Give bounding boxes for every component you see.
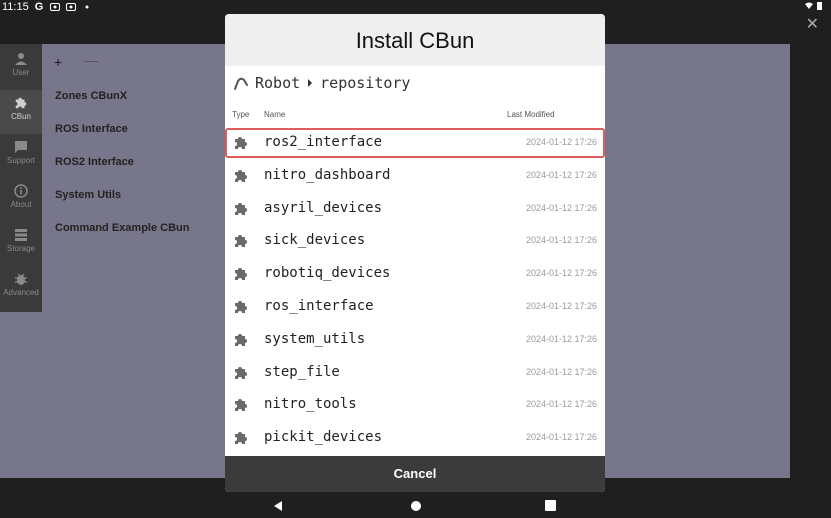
file-date: 2024-01-12 17:26 [525,432,597,443]
remove-button[interactable]: — [84,52,98,68]
puzzle-icon [235,301,247,313]
column-type[interactable]: Type [232,110,249,119]
android-nav-bar [0,496,831,518]
file-date: 2024-01-12 17:26 [525,137,597,147]
table-row[interactable]: sick_devices 2024-01-12 17:26 [225,226,605,256]
recents-icon[interactable] [545,500,556,511]
file-date: 2024-01-12 17:26 [525,235,597,246]
close-icon[interactable]: ✕ [806,14,819,34]
puzzle-icon [15,97,27,109]
app-notification-icon [66,2,76,12]
puzzle-icon [235,169,247,182]
storage-icon [15,229,27,241]
sidebar-item-label: Support [6,156,36,165]
table-row[interactable]: pickit_devices 2024-01-12 17:26 [225,423,605,453]
status-icons: G [34,0,92,14]
file-name: sick_devices [264,232,366,249]
status-bar: 11:15 G [0,0,831,14]
breadcrumb-current[interactable]: repository [320,74,410,92]
home-icon[interactable] [410,500,422,512]
file-name: nitro_dashboard [264,166,391,183]
puzzle-icon [235,202,247,215]
table-row[interactable]: ros2_interface 2024-01-12 17:26 [225,128,605,158]
file-date: 2024-01-12 17:26 [525,202,597,213]
table-header: Type Name Last Modified [225,102,605,128]
file-name: step_file [264,363,340,380]
puzzle-icon [235,268,247,281]
puzzle-icon [235,366,247,379]
sidebar-item-storage[interactable]: Storage [0,222,42,266]
puzzle-icon [235,235,247,248]
file-date: 2024-01-12 17:26 [525,301,597,311]
chevron-right-icon [308,79,313,87]
table-row[interactable]: nitro_tools 2024-01-12 17:26 [225,390,605,420]
puzzle-icon [235,432,247,445]
sidebar-item-support[interactable]: Support [0,134,42,178]
list-item[interactable]: Zones CBunX [55,90,127,102]
table-row[interactable]: ros_interface 2024-01-12 17:26 [225,292,605,322]
file-date: 2024-01-12 17:26 [525,399,597,410]
sidebar-item-label: CBun [10,112,31,121]
list-item[interactable]: ROS2 Interface [55,156,134,168]
status-time: 11:15 [2,1,29,13]
sidebar-item-label: Storage [6,244,36,253]
file-name: robotiq_devices [264,265,391,282]
google-icon: G [34,1,44,13]
wifi-battery-icons [805,1,825,14]
breadcrumb: Robot repository [233,72,410,94]
file-name: ros_interface [264,298,374,314]
chat-icon [15,141,27,153]
column-name[interactable]: Name [264,110,285,119]
file-date: 2024-01-12 17:26 [525,333,597,344]
sidebar-item-about[interactable]: About [0,178,42,222]
file-name: pickit_devices [264,429,383,446]
sidebar-item-label: User [12,68,30,77]
dot-icon [82,2,92,12]
column-last-modified[interactable]: Last Modified [507,110,555,119]
file-date: 2024-01-12 17:26 [525,169,597,180]
sidebar-item-user[interactable]: User [0,46,42,90]
sidebar-item-cbun[interactable]: CBun [0,90,42,134]
bug-icon [15,273,27,285]
app-notification-icon [50,2,60,12]
install-dialog: Install CBun Robot repository Type Name … [225,14,605,492]
table-row[interactable]: system_utils 2024-01-12 17:26 [225,325,605,355]
breadcrumb-root[interactable]: Robot [255,74,300,92]
table-row[interactable]: asyril_devices 2024-01-12 17:26 [225,194,605,224]
sidebar-item-label: About [10,200,32,209]
sidebar-item-advanced[interactable]: Advanced [0,266,42,310]
dialog-title: Install CBun [225,14,605,66]
list-item[interactable]: Command Example CBun [55,222,189,234]
user-icon [15,53,27,65]
table-row[interactable]: step_file 2024-01-12 17:26 [225,358,605,388]
file-name: nitro_tools [264,396,357,413]
info-icon [14,184,28,198]
cancel-button[interactable]: Cancel [225,456,605,492]
file-date: 2024-01-12 17:26 [525,268,597,279]
puzzle-icon [235,333,247,346]
file-name: system_utils [264,330,366,347]
file-name: ros2_interface [264,134,383,150]
table-row[interactable]: nitro_dashboard 2024-01-12 17:26 [225,161,605,191]
puzzle-icon [235,399,247,412]
back-icon[interactable] [273,500,283,512]
sidebar: User CBun Support About Storage Advanced [0,44,42,312]
puzzle-icon [235,137,247,149]
table-row[interactable]: robotiq_devices 2024-01-12 17:26 [225,259,605,289]
add-button[interactable]: + [54,54,62,70]
list-item[interactable]: ROS Interface [55,123,128,135]
sidebar-item-label: Advanced [3,288,39,297]
list-item[interactable]: System Utils [55,189,121,201]
file-name: asyril_devices [264,199,383,216]
robot-arm-icon [234,77,248,90]
file-date: 2024-01-12 17:26 [525,366,597,377]
